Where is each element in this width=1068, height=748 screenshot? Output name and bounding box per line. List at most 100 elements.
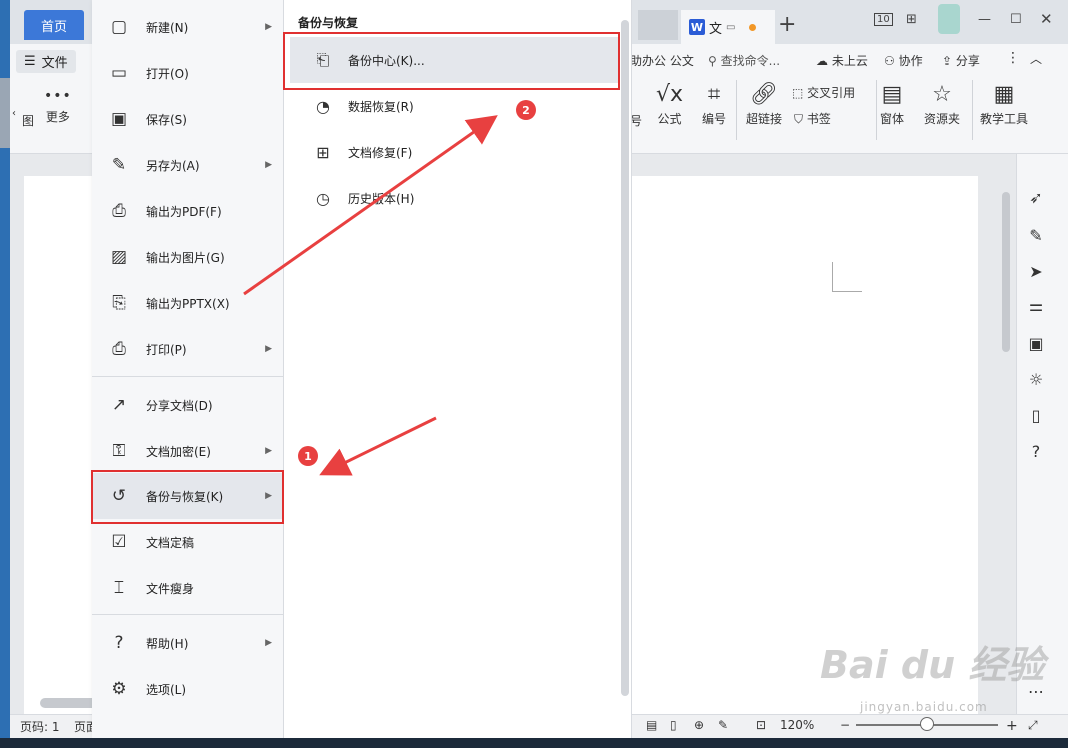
tab-document[interactable]: W 文 ▭	[681, 10, 775, 44]
menu-item-options[interactable]: ⚙ 选项(L)	[92, 666, 284, 712]
highlight-box-backup	[91, 470, 284, 524]
formula-button[interactable]: √x 公式	[656, 84, 683, 127]
wps-writer-icon: W	[689, 19, 705, 35]
search-command[interactable]: ⚲ 查找命令...	[708, 52, 780, 69]
web-view-icon[interactable]: ⊕	[694, 718, 704, 732]
window-label: 窗体	[880, 112, 905, 126]
bookmark-icon: ⛉	[794, 112, 804, 126]
menu-item-export-pptx[interactable]: ⎘ 输出为PPTX(X)	[92, 280, 284, 326]
book-icon[interactable]: ▯	[1027, 406, 1045, 425]
repair-icon: ⊞	[316, 142, 330, 162]
help-icon[interactable]: ?	[1027, 442, 1045, 461]
window-button[interactable]: ▤ 窗体	[880, 84, 904, 127]
new-doc-icon: ▢	[110, 17, 128, 37]
menu-item-save[interactable]: ▣ 保存(S)	[92, 96, 284, 142]
menu-item-share[interactable]: ↗ 分享文档(D)	[92, 382, 284, 428]
numbering-button[interactable]: ⌗ 编号	[702, 84, 726, 127]
cloud-label: 未上云	[831, 54, 868, 68]
bookmark-button[interactable]: ⛉ 书签	[794, 110, 831, 127]
collab-label: 协作	[898, 54, 923, 68]
menu-item-open[interactable]: ▭ 打开(O)	[92, 50, 284, 96]
annotate-icon[interactable]: ✎	[718, 718, 728, 732]
menu-label: 另存为(A)	[146, 158, 200, 173]
data-recovery-icon: ◔	[316, 96, 330, 116]
submenu-scrollbar[interactable]	[620, 10, 630, 710]
pen-icon[interactable]: ✎	[1027, 226, 1045, 245]
collab-button[interactable]: ⚇ 协作	[884, 52, 923, 69]
print-icon: ⎙	[112, 339, 126, 359]
cloud-status[interactable]: ☁ 未上云	[816, 52, 868, 69]
grid-icon[interactable]: ⊞	[906, 12, 917, 27]
menu-label: 分享文档(D)	[146, 398, 213, 413]
cursor-icon[interactable]: ➤	[1027, 262, 1045, 281]
menu-item-new[interactable]: ▢ 新建(N) ▶	[92, 4, 284, 50]
menu-label: 选项(L)	[146, 682, 187, 697]
zoom-in-icon[interactable]: +	[1006, 718, 1018, 734]
share-icon: ⇪	[942, 54, 953, 68]
teach-icon: ▦	[993, 82, 1015, 107]
resource-label: 资源夹	[924, 112, 961, 126]
file-menu-button[interactable]: ☰ 文件	[16, 50, 76, 73]
share-button[interactable]: ⇪ 分享	[942, 52, 980, 69]
cross-ref-button[interactable]: ⬚ 交叉引用	[792, 84, 855, 101]
submenu-item-repair[interactable]: ⊞ 文档修复(F)	[290, 129, 618, 175]
more-button[interactable]: ••• 更多	[44, 88, 72, 125]
desktop-edge	[0, 0, 10, 748]
close-icon[interactable]: ✕	[1040, 10, 1053, 28]
settings-icon: ⚙	[111, 679, 127, 699]
menu-item-slim[interactable]: ⌶ 文件瘦身	[92, 565, 284, 611]
menu-item-encrypt[interactable]: ⚿ 文档加密(E) ▶	[92, 428, 284, 474]
vertical-scrollbar[interactable]	[1000, 160, 1014, 640]
lightbulb-icon[interactable]: ☼	[1027, 370, 1045, 389]
menu-item-export-image[interactable]: ▨ 输出为图片(G)	[92, 234, 284, 280]
submenu-title: 备份与恢复	[298, 16, 359, 30]
book-view-icon[interactable]: ▯	[670, 718, 677, 732]
teach-label: 教学工具	[980, 112, 1029, 126]
ribbon-scroll-left-icon[interactable]: ‹	[12, 108, 16, 119]
cross-ref-icon: ⬚	[792, 86, 804, 100]
tab-placeholder[interactable]	[638, 10, 678, 40]
avatar[interactable]	[938, 4, 960, 34]
view-mode-icon[interactable]: ▤	[646, 718, 657, 732]
maximize-icon[interactable]: ☐	[1010, 12, 1022, 27]
sliders-icon[interactable]: ⚌	[1027, 296, 1045, 315]
file-dropdown-menu: ▢ 新建(N) ▶ ▭ 打开(O) ▣ 保存(S) ✎ 另存为(A) ▶ ⎙ 输…	[92, 0, 284, 738]
share-label: 分享	[955, 54, 980, 68]
fit-icon[interactable]: ⊡	[756, 718, 766, 732]
chevron-right-icon: ▶	[265, 160, 272, 170]
unsaved-dot-icon	[749, 23, 757, 31]
rocket-icon[interactable]: ➶	[1027, 188, 1045, 207]
resource-icon: ☆	[932, 82, 952, 107]
menu-item-export-pdf[interactable]: ⎙ 输出为PDF(F)	[92, 188, 284, 234]
ellipsis-icon: •••	[44, 88, 72, 104]
image-gen-icon[interactable]: ▣	[1027, 334, 1045, 353]
zoom-out-icon[interactable]: −	[840, 718, 850, 732]
monitor-icon: ▭	[726, 21, 736, 33]
save-as-icon: ✎	[111, 155, 127, 175]
lock-doc-icon: ⚿	[112, 441, 126, 461]
menu-item-print[interactable]: ⎙ 打印(P) ▶	[92, 326, 284, 372]
step-badge-2: 2	[516, 100, 536, 120]
kebab-icon[interactable]: ⋮	[1006, 50, 1020, 66]
menu-item-save-as[interactable]: ✎ 另存为(A) ▶	[92, 142, 284, 188]
office-toolbar-label[interactable]: 助办公 公文	[630, 52, 694, 69]
page-count-icon[interactable]: 10	[874, 13, 893, 26]
resource-button[interactable]: ☆ 资源夹	[924, 84, 960, 127]
zoom-level[interactable]: 120%	[780, 718, 814, 732]
zoom-slider-handle[interactable]	[920, 717, 934, 731]
minimize-icon[interactable]: —	[978, 12, 991, 27]
collapse-ribbon-icon[interactable]: ︿	[1030, 50, 1042, 67]
menu-label: 新建(N)	[146, 20, 189, 35]
file-menu-label: 文件	[41, 56, 68, 71]
hyperlink-button[interactable]: 🔗︎ 超链接	[746, 84, 782, 127]
fullscreen-icon[interactable]: ⤢	[1028, 718, 1038, 733]
numbering-label: 编号	[702, 112, 727, 126]
menu-item-finalize[interactable]: ☑ 文档定稿	[92, 519, 284, 565]
chevron-right-icon: ▶	[265, 22, 272, 32]
search-placeholder: 查找命令...	[720, 54, 781, 68]
new-tab-button[interactable]: +	[778, 12, 796, 37]
teach-tools-button[interactable]: ▦ 教学工具	[980, 84, 1028, 127]
submenu-item-history[interactable]: ◷ 历史版本(H)	[290, 175, 618, 221]
menu-item-help[interactable]: ? 帮助(H) ▶	[92, 620, 284, 666]
tab-home[interactable]: 首页	[24, 10, 84, 40]
